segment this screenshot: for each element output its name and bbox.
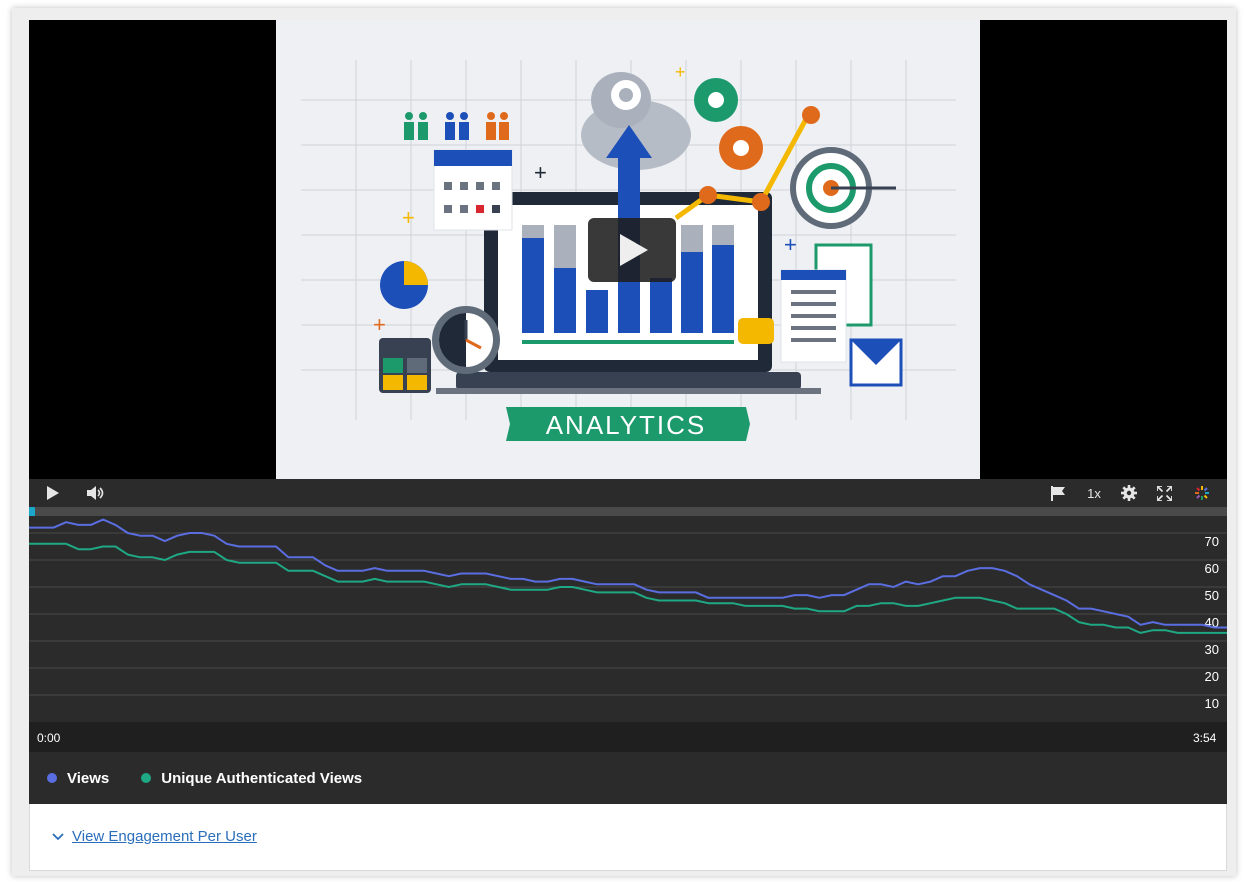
progress-bar[interactable] bbox=[29, 507, 1227, 516]
thumbnail-banner-text: ANALYTICS bbox=[546, 410, 707, 440]
legend-label-unique-authenticated-views: Unique Authenticated Views bbox=[161, 769, 363, 787]
y-tick-label: 30 bbox=[1205, 642, 1219, 657]
timeline-band bbox=[29, 722, 1227, 752]
chevron-down-icon bbox=[52, 832, 64, 840]
flag-button[interactable] bbox=[1049, 479, 1067, 507]
big-play-button[interactable] bbox=[588, 218, 676, 282]
gear-icon bbox=[1121, 485, 1137, 501]
player-logo[interactable] bbox=[1192, 479, 1212, 507]
y-tick-label: 70 bbox=[1205, 534, 1219, 549]
settings-button[interactable] bbox=[1120, 479, 1138, 507]
volume-icon bbox=[87, 486, 104, 500]
svg-text:+: + bbox=[784, 232, 797, 257]
kaltura-logo-icon bbox=[1195, 486, 1209, 500]
legend-item-views[interactable]: Views bbox=[47, 770, 109, 787]
player-controls: 1x bbox=[29, 479, 1227, 507]
volume-button[interactable] bbox=[85, 479, 107, 507]
y-tick-label: 50 bbox=[1205, 588, 1219, 603]
legend-label-views: Views bbox=[67, 769, 110, 787]
chart-legend: Views Unique Authenticated Views bbox=[29, 752, 1227, 804]
series-line-views[interactable] bbox=[29, 518, 1227, 629]
y-tick-label: 20 bbox=[1205, 669, 1219, 684]
fullscreen-button[interactable] bbox=[1155, 479, 1173, 507]
playback-speed-button[interactable]: 1x bbox=[1083, 479, 1105, 507]
svg-text:+: + bbox=[675, 62, 686, 82]
video-player[interactable]: + + + + + ANALYTICS bbox=[29, 20, 1227, 479]
engagement-chart: 10 20 30 40 50 60 70 bbox=[29, 516, 1227, 752]
time-start-label: 0:00 bbox=[37, 731, 61, 745]
y-tick-label: 10 bbox=[1205, 696, 1219, 711]
svg-text:+: + bbox=[402, 205, 415, 230]
svg-text:+: + bbox=[534, 160, 547, 185]
time-end-label: 3:54 bbox=[1193, 731, 1217, 745]
legend-dot-unique-authenticated-views bbox=[141, 773, 152, 783]
play-button[interactable] bbox=[43, 479, 63, 507]
fullscreen-icon bbox=[1156, 485, 1172, 501]
legend-dot-views bbox=[47, 773, 57, 783]
legend-item-unique-authenticated-views[interactable]: Unique Authenticated Views bbox=[141, 770, 362, 787]
view-engagement-per-user-label: View Engagement Per User bbox=[72, 828, 257, 845]
y-tick-label: 60 bbox=[1205, 561, 1219, 576]
view-engagement-per-user-link[interactable]: View Engagement Per User bbox=[52, 828, 257, 845]
engagement-chart-svg: 10203040506070 bbox=[29, 518, 1227, 711]
progress-scrubber[interactable] bbox=[29, 507, 35, 516]
series-line-unique-authenticated-views[interactable] bbox=[29, 542, 1227, 634]
play-icon bbox=[620, 234, 648, 266]
play-icon bbox=[47, 486, 59, 500]
flag-icon bbox=[1051, 485, 1065, 501]
svg-text:+: + bbox=[373, 312, 386, 337]
